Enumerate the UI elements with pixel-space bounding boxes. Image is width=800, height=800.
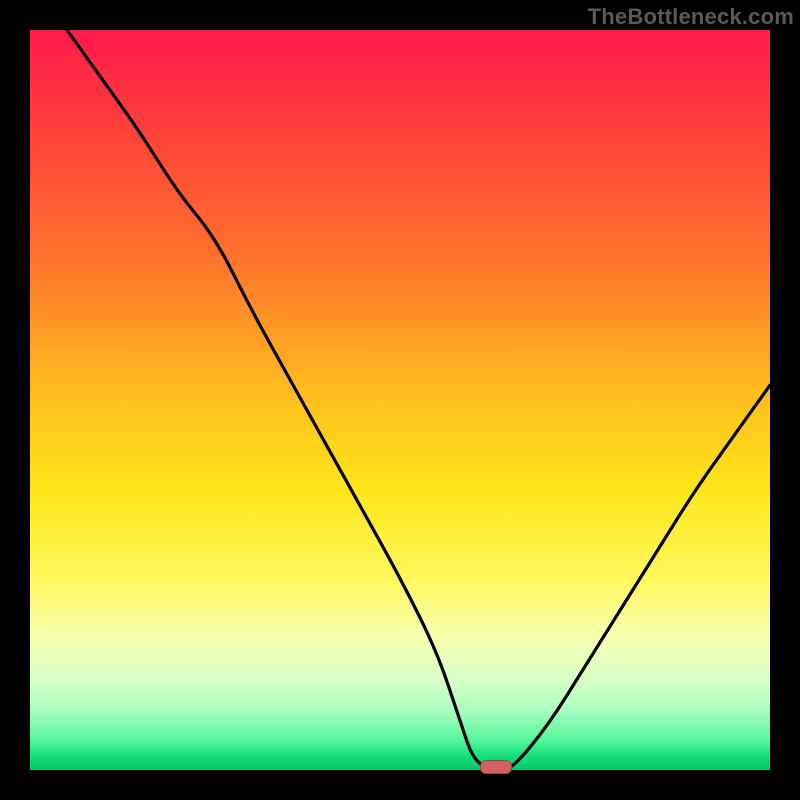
- attribution-label: TheBottleneck.com: [588, 4, 794, 30]
- bottleneck-curve: [30, 30, 770, 770]
- chart-frame: TheBottleneck.com: [0, 0, 800, 800]
- plot-area: [30, 30, 770, 770]
- curve-path: [67, 30, 770, 770]
- minimum-marker: [480, 760, 512, 774]
